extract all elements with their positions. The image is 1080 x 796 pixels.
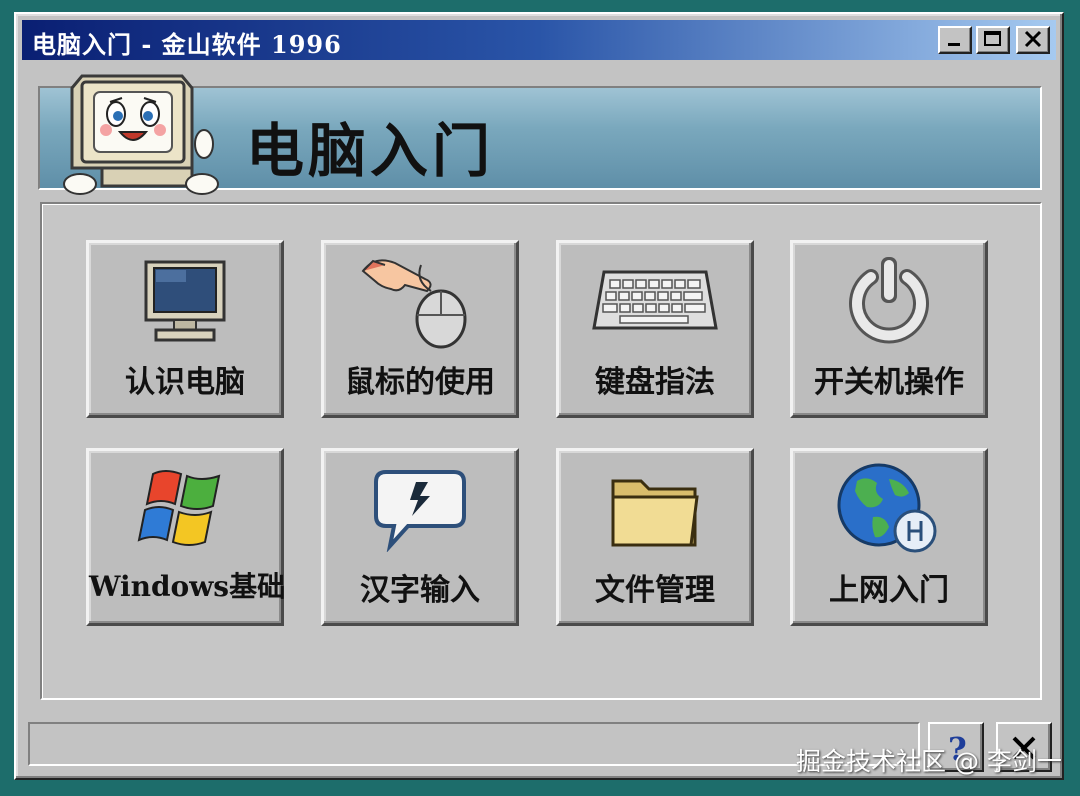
tile-label: 文件管理 bbox=[595, 573, 715, 608]
tile-label: 鼠标的使用 bbox=[345, 365, 495, 400]
computer-mascot-icon bbox=[63, 74, 219, 195]
main-window: 电脑入门 - 金山软件 1996 电脑入门 认识电脑 鼠标的使用 键盘指法 开关… bbox=[14, 12, 1064, 780]
close-button[interactable] bbox=[1016, 26, 1050, 54]
tile-keyboard-fingering[interactable]: 键盘指法 bbox=[556, 240, 754, 418]
topics-panel: 认识电脑 鼠标的使用 键盘指法 开关机操作 Windows基础 汉字输入 文件管… bbox=[40, 202, 1042, 700]
minimize-button[interactable] bbox=[938, 26, 972, 54]
power-icon bbox=[849, 257, 929, 344]
window-title: 电脑入门 - 金山软件 1996 bbox=[32, 30, 342, 59]
tile-label: Windows基础 bbox=[89, 570, 286, 603]
tile-label: 汉字输入 bbox=[360, 573, 480, 608]
globe-icon bbox=[837, 463, 937, 553]
windows-logo-icon bbox=[137, 470, 221, 546]
tile-power-on-off[interactable]: 开关机操作 bbox=[790, 240, 988, 418]
tile-windows-basics[interactable]: Windows基础 bbox=[86, 448, 286, 626]
tile-chinese-input[interactable]: 汉字输入 bbox=[321, 448, 519, 626]
tile-label: 开关机操作 bbox=[814, 365, 964, 400]
minimize-icon bbox=[948, 43, 960, 46]
tile-mouse-usage[interactable]: 鼠标的使用 bbox=[321, 240, 519, 418]
tile-file-management[interactable]: 文件管理 bbox=[556, 448, 754, 626]
title-bar[interactable]: 电脑入门 - 金山软件 1996 bbox=[22, 20, 1056, 60]
folder-icon bbox=[611, 479, 699, 547]
maximize-button[interactable] bbox=[976, 26, 1010, 54]
tile-label: 上网入门 bbox=[829, 573, 949, 608]
banner-title: 电脑入门 bbox=[246, 117, 495, 185]
tile-internet-intro[interactable]: 上网入门 bbox=[790, 448, 988, 626]
maximize-icon bbox=[984, 31, 1001, 46]
hand-mouse-icon bbox=[361, 259, 467, 349]
chat-bubble-icon bbox=[374, 470, 466, 552]
monitor-icon bbox=[144, 260, 226, 342]
watermark-text: 掘金技术社区 @ 李剑一 bbox=[796, 747, 1062, 776]
status-bar bbox=[28, 722, 920, 766]
keyboard-icon bbox=[592, 270, 718, 330]
tile-know-computer[interactable]: 认识电脑 bbox=[86, 240, 284, 418]
close-icon bbox=[1024, 30, 1042, 48]
tile-label: 认识电脑 bbox=[125, 365, 245, 400]
tile-label: 键盘指法 bbox=[595, 365, 715, 400]
